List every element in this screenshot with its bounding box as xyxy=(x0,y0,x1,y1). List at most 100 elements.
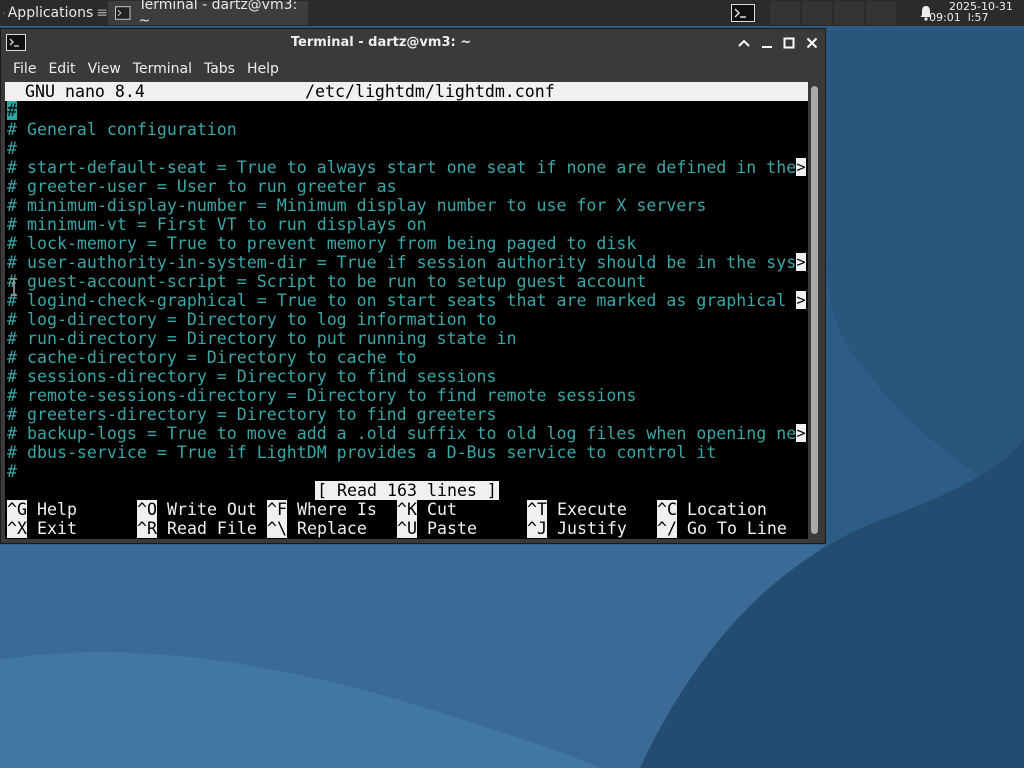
editor-line: # dbus-service = True if LightDM provide… xyxy=(7,443,717,462)
maximize-button[interactable] xyxy=(780,34,798,52)
shortcut-help: ^G Help xyxy=(7,500,77,519)
minimize-button[interactable] xyxy=(758,34,776,52)
menu-file[interactable]: File xyxy=(13,61,36,77)
line-overflow-marker: > xyxy=(796,253,806,271)
terminal-window: Terminal - dartz@vm3: ~ File Edit View T… xyxy=(0,28,826,544)
shortcut-label: Where Is xyxy=(296,500,377,519)
editor-line: # xyxy=(7,101,17,120)
scrollbar-thumb[interactable] xyxy=(811,86,818,534)
menu-icon: ≡ xyxy=(96,5,108,21)
shortcut-where-is: ^F Where Is xyxy=(267,500,377,519)
line-overflow-marker: > xyxy=(796,424,806,442)
line-overflow-marker: > xyxy=(796,291,806,309)
close-button[interactable] xyxy=(803,34,821,52)
editor-line: # guest-account-script = Script to be ru… xyxy=(7,272,647,291)
shortcut-label: Write Out xyxy=(166,500,257,519)
text-cursor: # xyxy=(7,101,17,120)
menu-tabs[interactable]: Tabs xyxy=(204,61,235,77)
window-title: Terminal - dartz@vm3: ~ xyxy=(290,35,472,50)
taskbar-item-label: Terminal - dartz@vm3: ~ xyxy=(138,0,298,29)
applications-label: Applications xyxy=(7,5,94,21)
menu-edit[interactable]: Edit xyxy=(48,61,75,77)
shortcut-go-to-line: ^/ Go To Line xyxy=(657,519,787,538)
terminal-icon xyxy=(115,6,131,20)
line-overflow-marker: > xyxy=(796,158,806,176)
shortcut-key: ^C xyxy=(657,500,677,519)
menubar: File Edit View Terminal Tabs Help xyxy=(1,57,825,81)
clock-time: 09:01 l:57 xyxy=(929,11,989,24)
shortcut-write-out: ^O Write Out xyxy=(137,500,257,519)
nano-status-message: [ Read 163 lines ] xyxy=(315,481,499,500)
shortcut-cut: ^K Cut xyxy=(397,500,457,519)
shortcut-justify: ^J Justify xyxy=(527,519,627,538)
shortcut-key: ^T xyxy=(527,500,547,519)
shortcut-key: ^U xyxy=(397,519,417,538)
editor-line: # minimum-display-number = Minimum displ… xyxy=(7,196,707,215)
editor-line: # lock-memory = True to prevent memory f… xyxy=(7,234,637,253)
shortcut-label: Location xyxy=(686,500,767,519)
shortcut-label: Replace xyxy=(296,519,367,538)
editor-line: # cache-directory = Directory to cache t… xyxy=(7,348,417,367)
editor-line: # greeters-directory = Directory to find… xyxy=(7,405,497,424)
editor-line: # sessions-directory = Directory to find… xyxy=(7,367,497,386)
close-icon xyxy=(806,37,818,49)
shortcut-read-file: ^R Read File xyxy=(137,519,257,538)
shortcut-paste: ^U Paste xyxy=(397,519,477,538)
ibeam-cursor-icon xyxy=(11,278,17,296)
shortcut-key: ^/ xyxy=(657,519,677,538)
nano-version: GNU nano 8.4 xyxy=(25,82,145,101)
shortcut-label: Help xyxy=(36,500,77,519)
editor-line: # run-directory = Directory to put runni… xyxy=(7,329,517,348)
editor-line: # greeter-user = User to run greeter as xyxy=(7,177,397,196)
chevron-up-icon[interactable] xyxy=(735,34,753,52)
nano-header: GNU nano 8.4 /etc/lightdm/lightdm.conf xyxy=(5,82,808,101)
editor-line: # xyxy=(7,462,17,481)
editor-line: # start-default-seat = True to always st… xyxy=(7,158,797,177)
shortcut-location: ^C Location xyxy=(657,500,767,519)
shortcut-key: ^O xyxy=(137,500,157,519)
menu-view[interactable]: View xyxy=(88,61,121,77)
minimize-icon xyxy=(762,46,772,48)
terminal-launcher-button[interactable] xyxy=(728,2,758,24)
terminal-area[interactable]: GNU nano 8.4 /etc/lightdm/lightdm.conf #… xyxy=(5,82,808,539)
workspace-1[interactable] xyxy=(770,1,800,25)
terminal-scrollbar[interactable] xyxy=(809,82,821,539)
editor-line: # user-authority-in-system-dir = True if… xyxy=(7,253,797,272)
editor-line: # remote-sessions-directory = Directory … xyxy=(7,386,637,405)
terminal-icon xyxy=(731,4,755,22)
shortcut-key: ^K xyxy=(397,500,417,519)
editor-line: # backup-logs = True to move add a .old … xyxy=(7,424,797,443)
editor-line: # logind-check-graphical = True to on st… xyxy=(7,291,797,310)
clock[interactable]: 2025-10-31 09:01 l:57 xyxy=(929,1,1019,23)
maximize-icon xyxy=(783,37,795,49)
shortcut-replace: ^\ Replace xyxy=(267,519,367,538)
nano-filename: /etc/lightdm/lightdm.conf xyxy=(305,82,555,101)
shortcut-label: Paste xyxy=(426,519,477,538)
window-titlebar[interactable]: Terminal - dartz@vm3: ~ xyxy=(1,29,825,57)
shortcut-label: Exit xyxy=(36,519,77,538)
workspace-2[interactable] xyxy=(802,1,832,25)
shortcut-execute: ^T Execute xyxy=(527,500,627,519)
workspace-4[interactable] xyxy=(866,1,896,25)
shortcut-key: ^J xyxy=(527,519,547,538)
shortcut-key: ^F xyxy=(267,500,287,519)
shortcut-key: ^\ xyxy=(267,519,287,538)
menu-help[interactable]: Help xyxy=(247,61,279,77)
shortcut-exit: ^X Exit xyxy=(7,519,77,538)
taskbar-item-terminal[interactable]: Terminal - dartz@vm3: ~ xyxy=(108,0,308,29)
editor-line: # log-directory = Directory to log infor… xyxy=(7,310,497,329)
shortcut-label: Read File xyxy=(166,519,257,538)
shortcut-label: Go To Line xyxy=(686,519,787,538)
editor-line: # xyxy=(7,139,17,158)
editor-line: # General configuration xyxy=(7,120,237,139)
shortcut-label: Execute xyxy=(556,500,627,519)
menu-terminal[interactable]: Terminal xyxy=(133,61,192,77)
applications-menu-button[interactable]: Applications ≡ xyxy=(0,0,108,26)
editor-line: # minimum-vt = First VT to run displays … xyxy=(7,215,427,234)
shortcut-label: Cut xyxy=(426,500,457,519)
shortcut-key: ^R xyxy=(137,519,157,538)
workspace-3[interactable] xyxy=(834,1,864,25)
shortcut-label: Justify xyxy=(556,519,627,538)
xfce-mouse-icon xyxy=(3,12,5,14)
shortcut-key: ^X xyxy=(7,519,27,538)
